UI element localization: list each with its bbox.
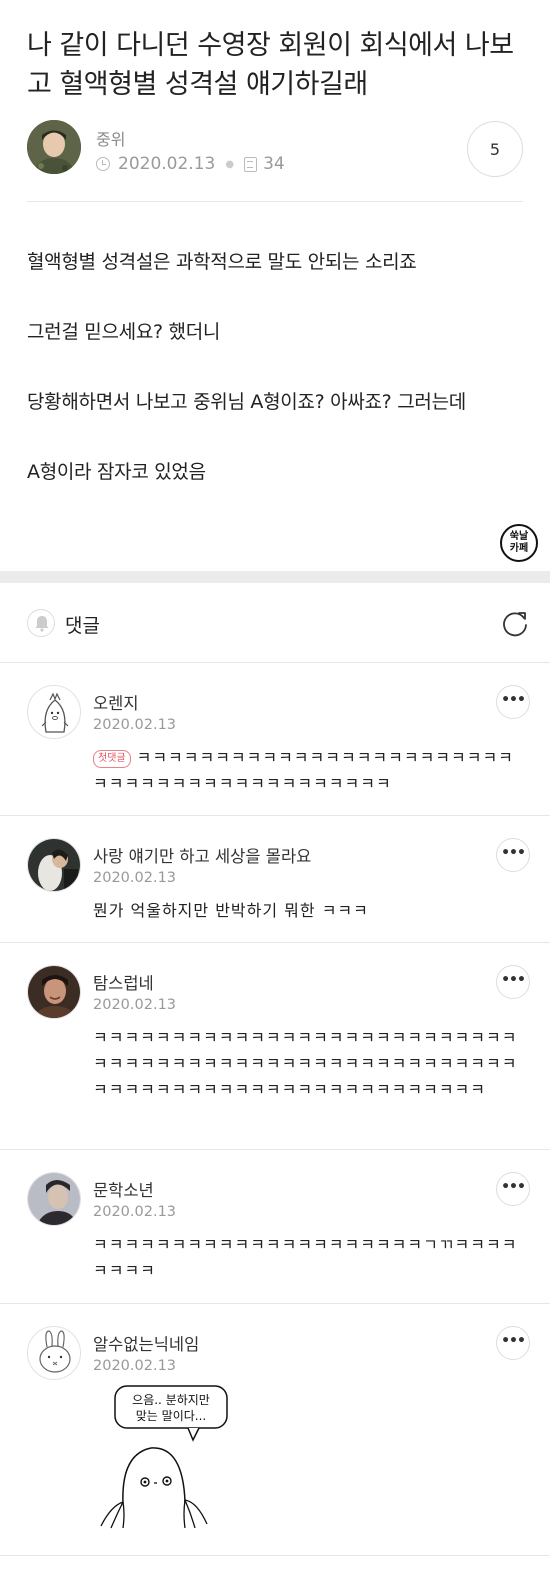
comment-date: 2020.02.13	[93, 717, 177, 733]
comment-item: 문학소년 2020.02.13 ••• ㅋㅋㅋㅋㅋㅋㅋㅋㅋㅋㅋㅋㅋㅋㅋㅋㅋㅋㅋㅋ…	[0, 1150, 550, 1304]
commenter-name[interactable]: 문학소년	[93, 1177, 154, 1201]
commenter-avatar[interactable]	[27, 1326, 81, 1380]
stamp-line: 쑥날	[509, 531, 529, 542]
commenter-avatar[interactable]	[27, 838, 81, 892]
commenter-name[interactable]: 사랑 얘기만 하고 세상을 몰라요	[93, 843, 311, 867]
post-header: 나 같이 다니던 수영장 회원이 회식에서 나보고 혈액형별 성격설 얘기하길래	[27, 26, 527, 104]
post-date: 2020.02.13	[118, 154, 216, 174]
commenter-avatar[interactable]	[27, 965, 81, 1019]
commenter-name[interactable]: 오렌지	[93, 690, 139, 714]
post-body: 혈액형별 성격설은 과학적으로 말도 안되는 소리죠 그런걸 믿으세요? 했더니…	[27, 245, 527, 490]
sticker-text: 으음.. 분하지만	[132, 1393, 210, 1407]
clock-icon	[96, 157, 110, 171]
more-icon[interactable]: •••	[496, 965, 530, 999]
commenter-name[interactable]: 탐스럽네	[93, 970, 154, 994]
comment-item: 사랑 얘기만 하고 세상을 몰라요 2020.02.13 ••• 뭔가 억울하지…	[0, 816, 550, 943]
comment-date: 2020.02.13	[93, 1358, 177, 1374]
post-paragraph: 혈액형별 성격설은 과학적으로 말도 안되는 소리죠	[27, 251, 417, 273]
stamp-line: 카페	[509, 543, 529, 554]
cafe-stamp: 쑥날 카페	[500, 524, 538, 562]
comment-item: 탐스럽네 2020.02.13 ••• ㅋㅋㅋㅋㅋㅋㅋㅋㅋㅋㅋㅋㅋㅋㅋㅋㅋㅋㅋㅋ…	[0, 943, 550, 1150]
meta-separator: ●	[225, 158, 235, 170]
header-divider	[27, 201, 523, 202]
document-icon	[244, 156, 258, 172]
author-name[interactable]: 중위	[96, 126, 125, 150]
comment-body: ㅋㅋㅋㅋㅋㅋㅋㅋㅋㅋㅋㅋㅋㅋㅋㅋㅋㅋㅋㅋㅋㄱㄲㅋㅋㅋㅋㅋㅋㅋㅋ	[93, 1235, 518, 1280]
refresh-icon[interactable]	[500, 609, 530, 639]
post-paragraph: 그런걸 믿으세요? 했더니	[27, 321, 221, 343]
more-icon[interactable]: •••	[496, 1326, 530, 1360]
comment-item: 알수없는닉네임 2020.02.13 ••• 으음.. 분하지만 맞는 말이다.…	[0, 1304, 550, 1556]
comment-body: ㅋㅋㅋㅋㅋㅋㅋㅋㅋㅋㅋㅋㅋㅋㅋㅋㅋㅋㅋㅋㅋㅋㅋㅋㅋㅋㅋㅋㅋㅋㅋㅋㅋㅋㅋㅋㅋㅋㅋㅋ…	[93, 1028, 518, 1099]
comment-body: 뭔가 억울하지만 반박하기 뭐한 ㅋㅋㅋ	[93, 901, 369, 920]
more-icon[interactable]: •••	[496, 685, 530, 719]
more-icon[interactable]: •••	[496, 838, 530, 872]
comment-date: 2020.02.13	[93, 870, 177, 886]
comment-count-button[interactable]: 5	[467, 121, 523, 177]
comment-text: 첫댓글 ㅋㅋㅋㅋㅋㅋㅋㅋㅋㅋㅋㅋㅋㅋㅋㅋㅋㅋㅋㅋㅋㅋㅋㅋㅋㅋㅋㅋㅋㅋㅋㅋㅋㅋㅋㅋㅋ…	[93, 745, 523, 797]
author-avatar[interactable]	[27, 120, 81, 174]
commenter-name[interactable]: 알수없는닉네임	[93, 1331, 199, 1355]
more-icon[interactable]: •••	[496, 1172, 530, 1206]
comment-sticker: 으음.. 분하지만 맞는 말이다...	[93, 1384, 243, 1534]
comment-date: 2020.02.13	[93, 997, 177, 1013]
post-meta: 2020.02.13 ● 34	[96, 154, 285, 174]
bell-icon[interactable]	[27, 609, 55, 637]
section-divider	[0, 571, 550, 583]
comment-body: ㅋㅋㅋㅋㅋㅋㅋㅋㅋㅋㅋㅋㅋㅋㅋㅋㅋㅋㅋㅋㅋㅋㅋㅋㅋㅋㅋㅋㅋㅋㅋㅋㅋㅋㅋㅋㅋㅋㅋㅋ…	[93, 748, 514, 793]
comments-label: 댓글	[65, 615, 100, 637]
post-views: 34	[263, 154, 285, 174]
commenter-avatar[interactable]	[27, 685, 81, 739]
first-comment-badge: 첫댓글	[93, 750, 131, 768]
sticker-text: 맞는 말이다...	[136, 1409, 206, 1423]
post-title: 나 같이 다니던 수영장 회원이 회식에서 나보고 혈액형별 성격설 얘기하길래	[27, 30, 514, 100]
commenter-avatar[interactable]	[27, 1172, 81, 1226]
comments-header: 댓글	[0, 583, 550, 663]
comment-item: 오렌지 2020.02.13 ••• 첫댓글 ㅋㅋㅋㅋㅋㅋㅋㅋㅋㅋㅋㅋㅋㅋㅋㅋㅋㅋ…	[0, 663, 550, 816]
post-paragraph: A형이라 잠자코 있었음	[27, 461, 206, 483]
post-paragraph: 당황해하면서 나보고 중위님 A형이죠? 아싸죠? 그러는데	[27, 391, 466, 413]
author-row: 중위 2020.02.13 ● 34 5	[27, 120, 523, 178]
comment-date: 2020.02.13	[93, 1204, 177, 1220]
